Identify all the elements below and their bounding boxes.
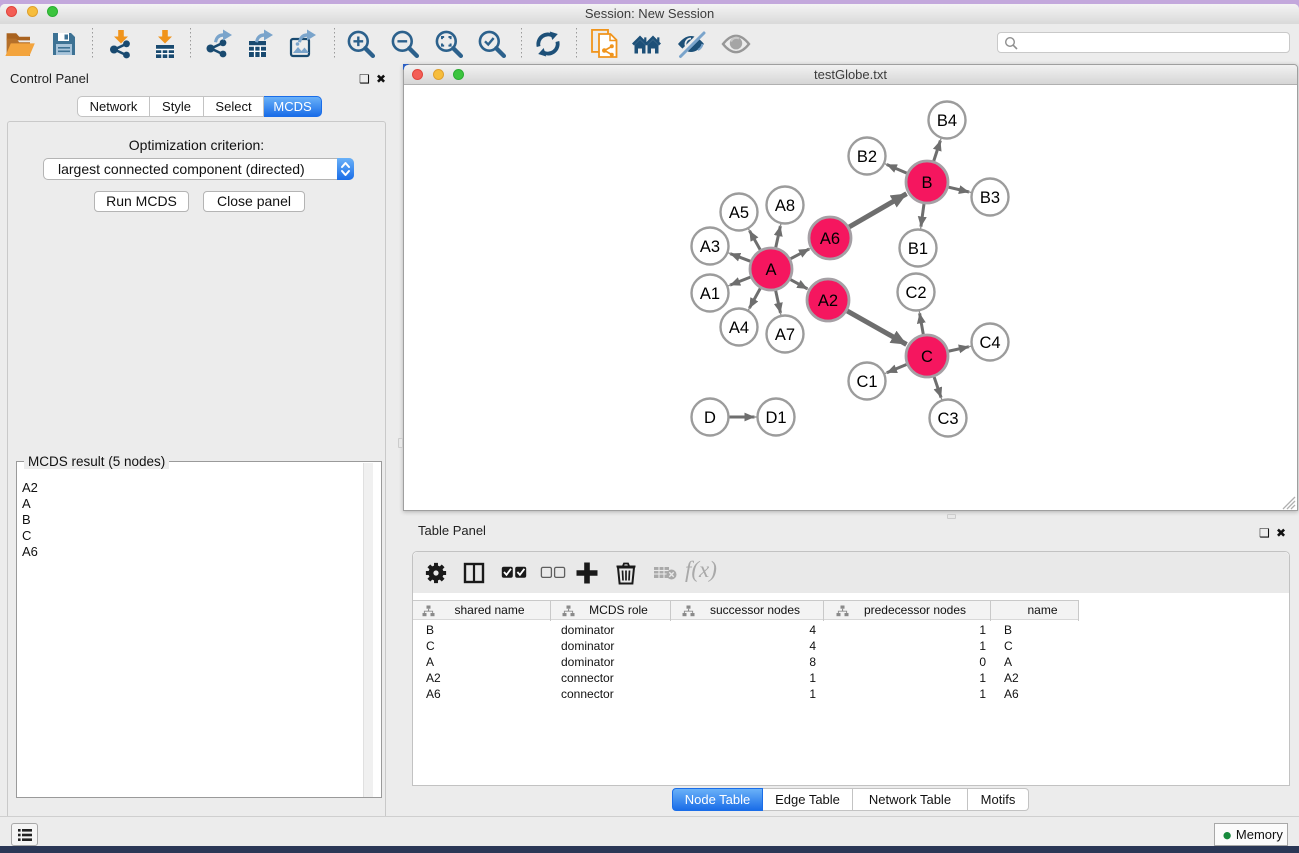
- svg-text:C3: C3: [937, 410, 958, 428]
- svg-text:A7: A7: [775, 326, 795, 344]
- svg-text:A3: A3: [700, 238, 720, 256]
- svg-text:A2: A2: [818, 292, 838, 310]
- svg-text:B4: B4: [937, 112, 957, 130]
- svg-text:A1: A1: [700, 285, 720, 303]
- svg-text:C1: C1: [856, 373, 877, 391]
- svg-text:A: A: [765, 261, 776, 279]
- svg-text:C2: C2: [905, 284, 926, 302]
- svg-text:D1: D1: [765, 409, 786, 427]
- svg-text:B1: B1: [908, 240, 928, 258]
- svg-text:A6: A6: [820, 230, 840, 248]
- svg-text:B2: B2: [857, 148, 877, 166]
- svg-text:D: D: [704, 409, 716, 427]
- svg-text:B3: B3: [980, 189, 1000, 207]
- svg-text:C4: C4: [979, 334, 1000, 352]
- svg-text:A8: A8: [775, 197, 795, 215]
- svg-text:C: C: [921, 348, 933, 366]
- svg-text:A4: A4: [729, 319, 749, 337]
- svg-text:A5: A5: [729, 204, 749, 222]
- svg-text:B: B: [921, 174, 932, 192]
